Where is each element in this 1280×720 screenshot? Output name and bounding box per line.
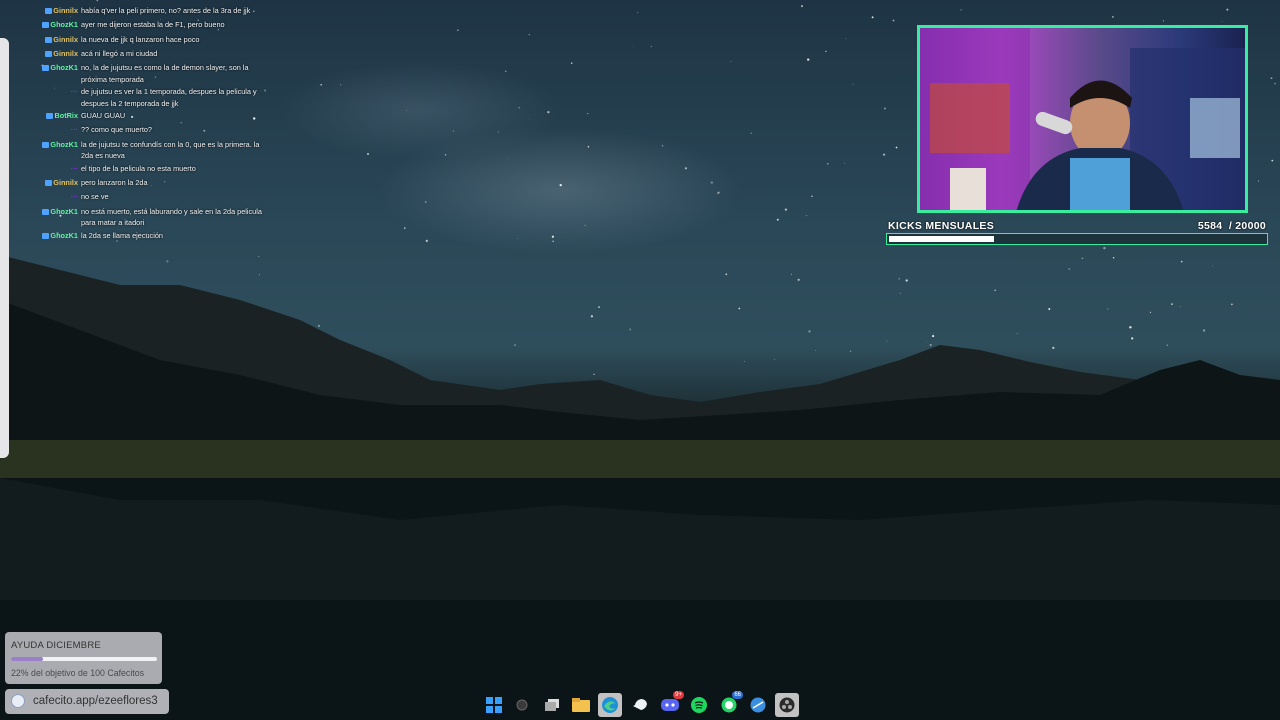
webcam-frame <box>917 25 1248 213</box>
chat-message: GhozK1 la 2da se llama ejecución <box>36 229 266 243</box>
browser-icon[interactable] <box>746 693 770 717</box>
search-icon[interactable] <box>510 693 534 717</box>
chat-username-text: GhozK1 <box>50 63 78 73</box>
donation-progress-bar <box>11 657 157 661</box>
chat-username-text: Ginnilx <box>53 48 78 58</box>
chat-badge-icon <box>46 113 54 120</box>
chat-text: la nueva de jjk q lanzaron hace poco <box>81 34 200 44</box>
obs-icon[interactable] <box>775 693 799 717</box>
chat-text: la 2da se llama ejecución <box>81 230 163 240</box>
chat-text: ?? como que muerto? <box>81 125 152 135</box>
goal-count: 5584 / 20000 <box>1198 220 1266 232</box>
chat-username-text: ··· <box>70 125 78 135</box>
goal-progress-bar <box>886 233 1268 245</box>
goal-label-row: KICKS MENSUALES 5584 / 20000 <box>888 220 1268 232</box>
goal-title: KICKS MENSUALES <box>888 220 995 232</box>
chat-message: ··· de jujutsu es ver la 1 temporada, des… <box>36 85 266 109</box>
streamer-webcam-image <box>920 28 1245 210</box>
whatsapp-badge: 66 <box>732 691 743 699</box>
chat-username-text: ··· <box>70 192 78 202</box>
chat-username: BotRix <box>36 109 81 123</box>
chat-username-text: BotRix <box>54 111 78 121</box>
chat-message: Ginnilx la nueva de jjk q lanzaron hace p… <box>36 33 266 47</box>
chat-badge-icon <box>45 50 53 57</box>
windows-start-icon[interactable] <box>482 693 506 717</box>
chat-username: Ginnilx <box>36 47 81 61</box>
chat-message: Ginnilx pero lanzaron la 2da <box>36 176 266 190</box>
chat-username-text: Ginnilx <box>53 34 78 44</box>
chat-message: GhozK1 no, la de jujutsu es como la de de… <box>36 61 266 85</box>
chat-badge-icon <box>42 232 50 239</box>
chat-badge-icon <box>45 36 53 43</box>
chat-username-text: Ginnilx <box>53 6 78 15</box>
chat-username: ··· <box>36 190 81 204</box>
chat-message: BotRix GUAU GUAU <box>36 109 266 123</box>
side-panel-handle[interactable] <box>0 38 9 458</box>
chat-username: ··· <box>36 85 81 109</box>
chat-username: ··· <box>36 162 81 176</box>
goal-current: 5584 <box>1197 220 1223 232</box>
chat-username: GhozK1 <box>36 18 81 32</box>
spotify-icon[interactable] <box>687 693 711 717</box>
chat-username-text: Ginnilx <box>53 178 78 188</box>
task-view-icon[interactable] <box>540 693 564 717</box>
chat-username-text: ··· <box>70 163 78 173</box>
whatsapp-icon[interactable]: 66 <box>717 691 743 717</box>
chat-username: GhozK1 <box>36 229 81 243</box>
donation-subtitle: 22% del objetivo de 100 Cafecitos <box>11 668 145 678</box>
chat-text: había q'ver la peli primero, no? antes d… <box>81 6 251 15</box>
chat-badge-icon <box>42 22 50 29</box>
goal-target: / 20000 <box>1228 220 1266 232</box>
chat-message: Ginnilx había q'ver la peli primero, no? … <box>36 4 266 18</box>
chat-badge-icon <box>42 65 50 72</box>
chat-username-text: GhozK1 <box>50 206 78 216</box>
donation-widget: AYUDA DICIEMBRE 22% del objetivo de 100 … <box>5 632 162 684</box>
steam-icon[interactable] <box>628 693 652 717</box>
chat-username: ··· <box>36 123 81 137</box>
chat-username-text: GhozK1 <box>50 139 78 149</box>
chat-username: GhozK1 <box>36 138 81 162</box>
chat-text: de jujutsu es ver la 1 temporada, despue… <box>81 87 257 108</box>
chat-message: ··· no se ve <box>36 190 266 204</box>
donation-title: AYUDA DICIEMBRE <box>11 640 101 651</box>
chat-username-text: ··· <box>70 87 78 97</box>
chat-badge-icon <box>45 180 53 187</box>
chat-text: el tipo de la pelicula no esta muerto <box>81 163 196 173</box>
chat-text: no está muerto, está laburando y sale en… <box>81 206 262 228</box>
cafecito-link[interactable]: cafecito.app/ezeeflores3 <box>5 689 169 714</box>
chat-text: GUAU GUAU <box>81 111 126 121</box>
chat-username: GhozK1 <box>36 205 81 229</box>
edge-icon[interactable] <box>598 693 622 717</box>
chat-overlay: Ginnilx había q'ver la peli primero, no? … <box>36 4 266 243</box>
chat-badge-icon <box>45 8 53 15</box>
chat-message: ··· el tipo de la pelicula no esta muerto <box>36 162 266 176</box>
chat-message: Ginnilx acá ni llegó a mi ciudad <box>36 47 266 61</box>
coffee-icon <box>11 694 25 708</box>
chat-username: Ginnilx <box>36 176 81 190</box>
chat-username: GhozK1 <box>36 61 81 85</box>
chat-text: ayer me dijeron estaba la de F1, pero bu… <box>81 20 225 30</box>
discord-badge: 9+ <box>673 691 684 699</box>
goal-progress-fill <box>889 236 994 242</box>
chat-username-text: GhozK1 <box>50 20 78 30</box>
chat-badge-icon <box>42 141 50 148</box>
taskbar: 9+ 66 <box>478 690 808 720</box>
chat-username: Ginnilx <box>36 33 81 47</box>
chat-badge-icon <box>42 208 50 215</box>
chat-message: GhozK1 no está muerto, está laburando y s… <box>36 205 266 229</box>
chat-username-text: GhozK1 <box>50 230 78 240</box>
file-explorer-icon[interactable] <box>569 693 593 717</box>
chat-message: ···?? como que muerto? <box>36 123 266 137</box>
chat-message: GhozK1 ayer me dijeron estaba la de F1, p… <box>36 18 266 32</box>
chat-message: GhozK1 la de jujutsu te confundís con la … <box>36 138 266 162</box>
chat-text: la de jujutsu te confundís con la 0, que… <box>81 139 260 161</box>
discord-icon[interactable]: 9+ <box>658 691 684 717</box>
chat-text: no, la de jujutsu es como la de demon sl… <box>81 63 249 84</box>
cafecito-url: cafecito.app/ezeeflores3 <box>33 695 158 707</box>
chat-username: Ginnilx <box>36 4 81 18</box>
chat-text: no se ve <box>81 192 109 202</box>
chat-text: pero lanzaron la 2da <box>81 178 148 188</box>
chat-text: acá ni llegó a mi ciudad <box>81 48 158 58</box>
donation-progress-fill <box>11 657 44 661</box>
